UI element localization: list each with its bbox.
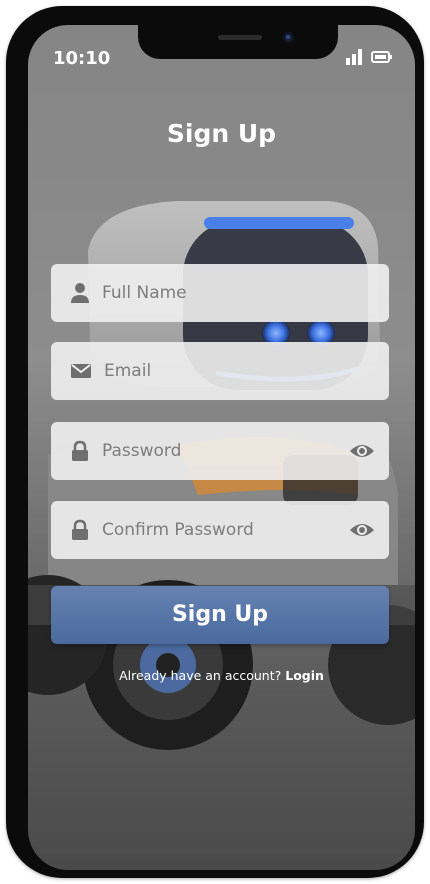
mail-icon (71, 364, 91, 378)
confirm-password-placeholder: Confirm Password (102, 520, 254, 540)
phone-frame: 10:10 Sign Up Full Name Email Password C… (6, 6, 424, 878)
password-placeholder: Password (102, 441, 182, 461)
full-name-field[interactable]: Full Name (51, 264, 389, 322)
sign-up-button[interactable]: Sign Up (51, 586, 389, 644)
login-link[interactable]: Login (285, 668, 324, 683)
battery-icon (371, 51, 392, 63)
confirm-password-field[interactable]: Confirm Password (51, 501, 389, 559)
speaker-grille (218, 35, 262, 40)
signal-icon (346, 49, 362, 65)
full-name-placeholder: Full Name (102, 283, 187, 303)
email-placeholder: Email (104, 361, 152, 381)
device-notch (138, 25, 338, 59)
page-title: Sign Up (166, 119, 277, 148)
login-prompt: Already have an account? Login (28, 668, 415, 683)
lock-icon (72, 440, 88, 461)
front-camera (283, 32, 294, 43)
person-icon (71, 283, 89, 303)
login-prompt-text: Already have an account? (119, 668, 286, 683)
status-time: 10:10 (53, 48, 111, 69)
eye-icon[interactable] (349, 441, 375, 461)
lock-icon (72, 519, 88, 540)
eye-icon[interactable] (349, 520, 375, 540)
password-field[interactable]: Password (51, 422, 389, 480)
app-screen: 10:10 Sign Up Full Name Email Password C… (28, 25, 415, 870)
email-field[interactable]: Email (51, 342, 389, 400)
